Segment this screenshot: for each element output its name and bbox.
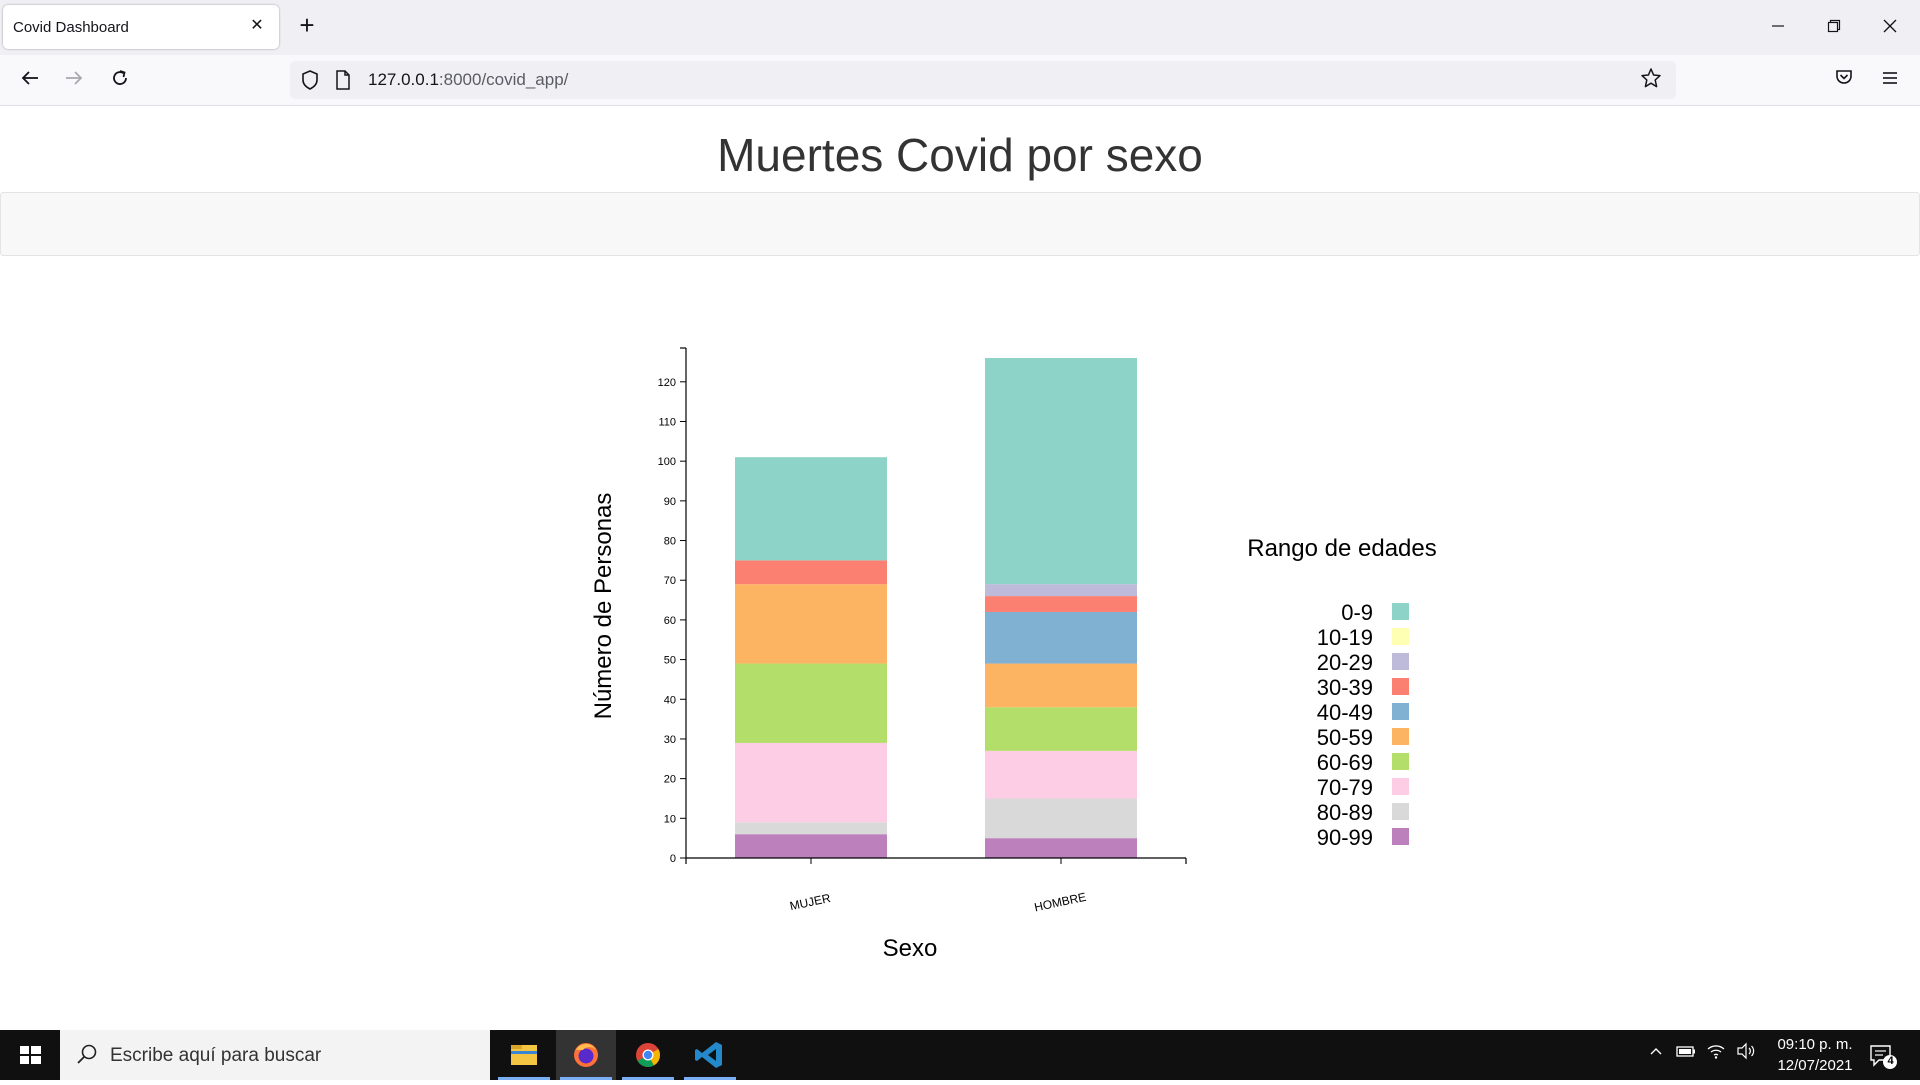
bar-segment-hombre-0-9: [985, 358, 1137, 585]
minimize-icon[interactable]: [1758, 10, 1798, 44]
shield-icon[interactable]: [300, 69, 320, 96]
url-bar[interactable]: 127.0.0.1:8000/covid_app/: [290, 61, 1676, 99]
browser-tab-bar: Covid Dashboard ✕ +: [0, 0, 1920, 55]
tray-chevron-up-icon[interactable]: [1644, 1042, 1668, 1068]
y-tick-label: 120: [658, 377, 676, 389]
y-tick-label: 0: [670, 853, 676, 865]
x-tick-label-mujer: MUJER: [788, 891, 832, 913]
page-content: Muertes Covid por sexo MUJER HOMBRE 0 10 20 3…: [0, 106, 1920, 1030]
search-placeholder: Escribe aquí para buscar: [110, 1045, 322, 1066]
y-tick-label: 70: [664, 575, 676, 587]
legend-swatch-50-59: [1392, 728, 1409, 745]
legend-swatch-70-79: [1392, 778, 1409, 795]
url-path: :8000/covid_app/: [438, 70, 569, 89]
legend-swatch-30-39: [1392, 678, 1409, 695]
bar-segment-hombre-20-29: [985, 584, 1137, 597]
bar-segment-mujer-90-99: [735, 834, 887, 858]
bar-segment-hombre-30-39: [985, 596, 1137, 612]
bar-segment-mujer-60-69: [735, 663, 887, 743]
bar-segment-mujer-80-89: [735, 822, 887, 835]
legend-swatch-80-89: [1392, 803, 1409, 820]
legend-title: Rango de edades: [1247, 535, 1437, 562]
bar-segment-hombre-40-49: [985, 611, 1137, 664]
x-axis-label: Sexo: [883, 935, 938, 962]
y-tick-label: 100: [658, 456, 676, 468]
windows-taskbar: Escribe aquí para buscar 09:10 p. m. 12/…: [0, 1030, 1920, 1080]
legend-label-90-99: 90-99: [1317, 825, 1373, 850]
legend-label-80-89: 80-89: [1317, 800, 1373, 825]
menu-icon[interactable]: [1874, 65, 1906, 97]
x-tick-label-hombre: HOMBRE: [1033, 890, 1087, 915]
taskbar-clock[interactable]: 09:10 p. m. 12/07/2021: [1760, 1034, 1870, 1076]
y-tick-label: 20: [664, 774, 676, 786]
y-tick-label: 40: [664, 694, 676, 706]
stacked-bar-chart: MUJER HOMBRE0102030405060708090100110120 …: [590, 347, 1437, 962]
bar-segment-mujer-70-79: [735, 742, 887, 823]
bar-segment-hombre-50-59: [985, 663, 1137, 708]
bookmark-star-icon[interactable]: [1640, 67, 1662, 95]
forward-icon[interactable]: [56, 63, 92, 99]
legend-label-60-69: 60-69: [1317, 750, 1373, 775]
clock-date: 12/07/2021: [1777, 1057, 1853, 1074]
legend-label-10-19: 10-19: [1317, 625, 1373, 650]
notification-count: 4: [1887, 1055, 1894, 1067]
wifi-icon[interactable]: [1704, 1042, 1728, 1068]
bar-segment-hombre-60-69: [985, 707, 1137, 751]
tab-close-icon[interactable]: ✕: [247, 15, 267, 37]
legend-swatch-60-69: [1392, 753, 1409, 770]
url-host: 127.0.0.1: [368, 70, 439, 89]
y-tick-label: 10: [664, 813, 676, 825]
y-tick-label: 50: [664, 655, 676, 667]
search-icon: [74, 1042, 100, 1073]
bar-segment-hombre-80-89: [985, 798, 1137, 839]
bar-segment-mujer-0-9: [735, 457, 887, 561]
reload-icon[interactable]: [102, 63, 138, 99]
y-tick-label: 80: [664, 536, 676, 548]
y-axis-label: Número de Personas: [590, 493, 617, 720]
windows-start-icon[interactable]: [0, 1030, 60, 1080]
taskbar-search-box[interactable]: Escribe aquí para buscar: [60, 1030, 490, 1080]
restore-icon[interactable]: [1814, 10, 1854, 44]
legend-label-40-49: 40-49: [1317, 700, 1373, 725]
legend-swatch-40-49: [1392, 703, 1409, 720]
legend-swatch-10-19: [1392, 628, 1409, 645]
url-text[interactable]: 127.0.0.1:8000/covid_app/: [368, 70, 568, 90]
bar-segment-hombre-70-79: [985, 750, 1137, 799]
bar-segment-hombre-90-99: [985, 838, 1137, 858]
vscode-icon[interactable]: [680, 1030, 740, 1080]
legend-swatch-20-29: [1392, 653, 1409, 670]
new-tab-icon[interactable]: +: [294, 12, 320, 39]
pocket-icon[interactable]: [1828, 65, 1860, 97]
y-tick-label: 30: [664, 734, 676, 746]
notification-center-icon[interactable]: 4: [1862, 1038, 1902, 1074]
y-tick-label: 110: [658, 416, 676, 428]
browser-tab[interactable]: Covid Dashboard ✕: [3, 5, 279, 49]
volume-icon[interactable]: [1734, 1042, 1758, 1068]
legend-label-50-59: 50-59: [1317, 725, 1373, 750]
browser-nav-bar: 127.0.0.1:8000/covid_app/: [0, 55, 1920, 106]
y-tick-label: 60: [664, 615, 676, 627]
battery-icon[interactable]: [1674, 1042, 1698, 1068]
chrome-icon[interactable]: [618, 1030, 678, 1080]
close-window-icon[interactable]: [1870, 10, 1910, 44]
y-tick-label: 90: [664, 496, 676, 508]
legend-swatch-90-99: [1392, 828, 1409, 845]
legend-label-30-39: 30-39: [1317, 675, 1373, 700]
file-explorer-icon[interactable]: [494, 1030, 554, 1080]
legend-swatch-0-9: [1392, 603, 1409, 620]
back-icon[interactable]: [12, 63, 48, 99]
firefox-icon[interactable]: [556, 1030, 616, 1080]
legend-label-0-9: 0-9: [1341, 600, 1373, 625]
legend-label-20-29: 20-29: [1317, 650, 1373, 675]
legend-label-70-79: 70-79: [1317, 775, 1373, 800]
clock-time: 09:10 p. m.: [1777, 1036, 1853, 1053]
page-icon[interactable]: [334, 69, 352, 96]
bar-segment-mujer-50-59: [735, 584, 887, 664]
bar-segment-mujer-30-39: [735, 560, 887, 585]
tab-title: Covid Dashboard: [13, 18, 129, 36]
